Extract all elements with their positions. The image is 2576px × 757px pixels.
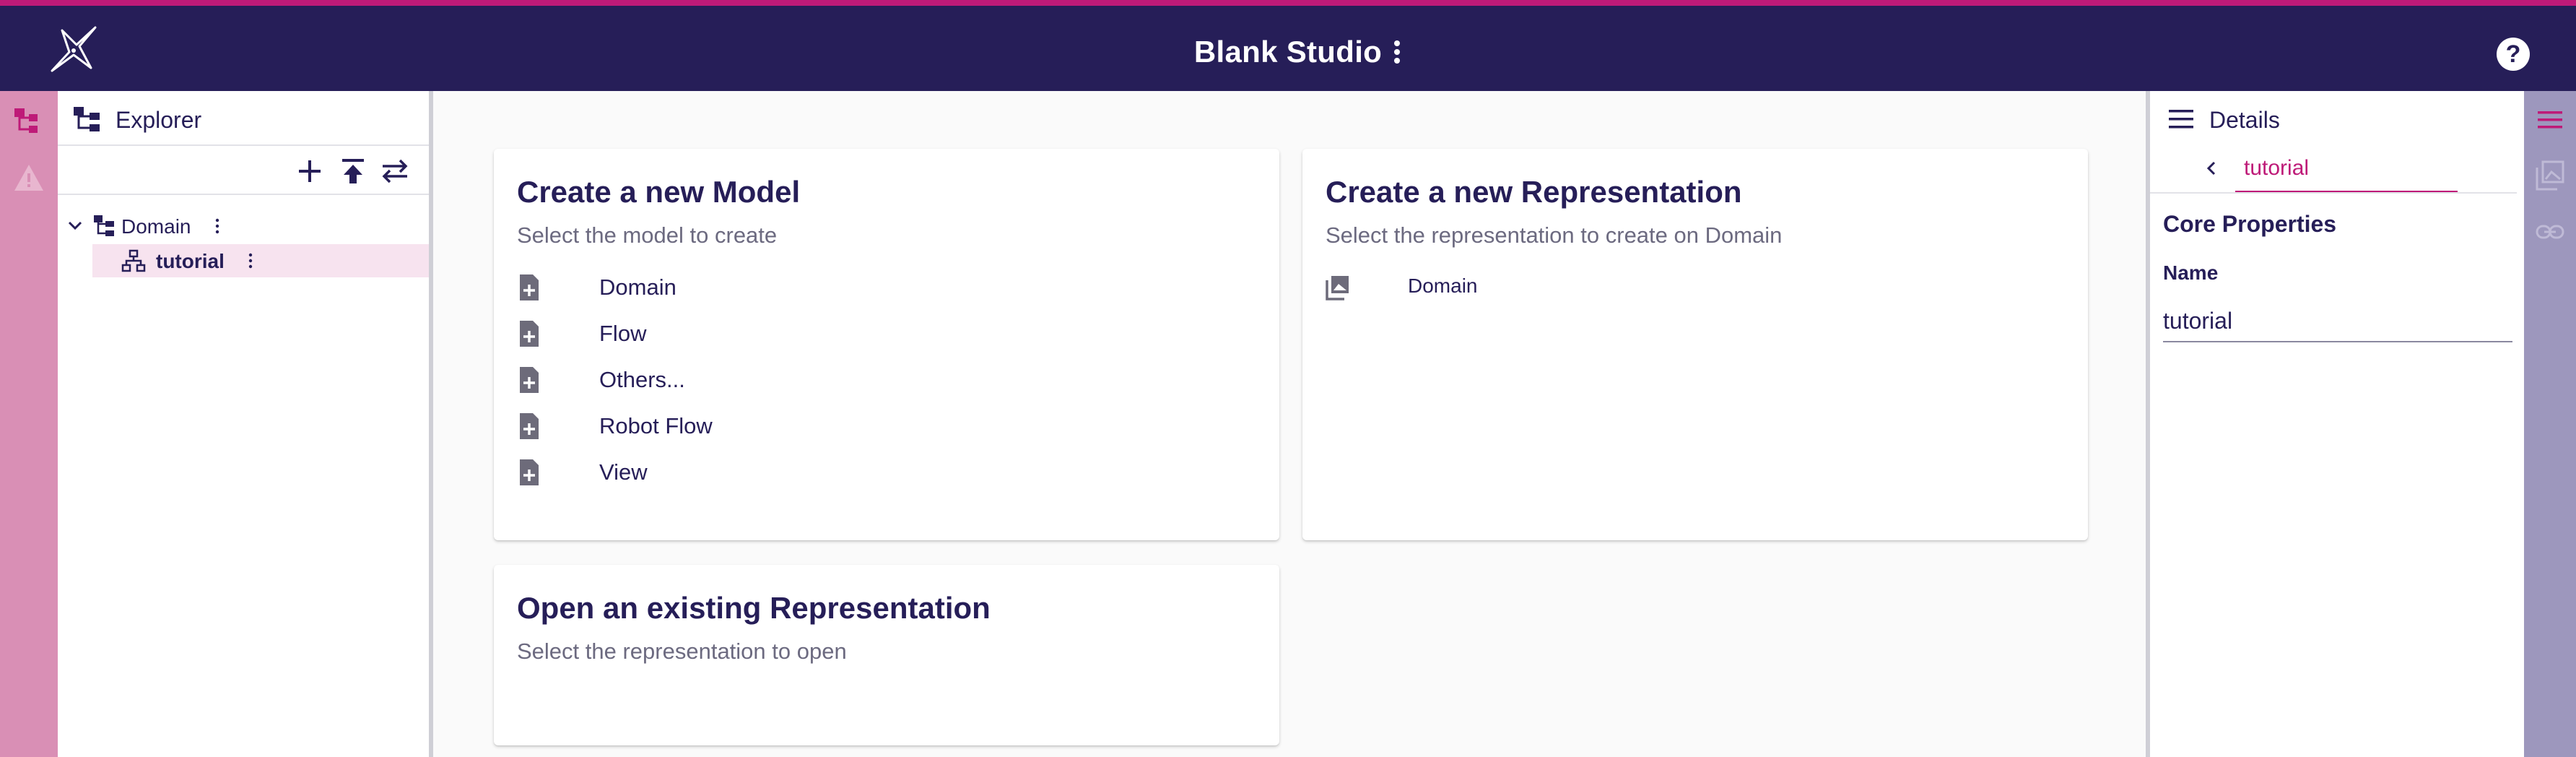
tab-divider [2150, 192, 2517, 194]
new-representation-card: Create a new Representation Select the r… [1302, 149, 2088, 540]
new-file-icon [520, 459, 539, 485]
explorer-tree-icon[interactable] [13, 105, 45, 137]
menu-icon[interactable] [2536, 105, 2564, 134]
tab-label: tutorial [2244, 156, 2310, 180]
more-vert-icon[interactable] [1386, 38, 1408, 66]
model-option-label: Flow [599, 321, 647, 346]
new-file-icon [520, 274, 539, 300]
tree-item-label: Domain [121, 215, 191, 238]
explorer-toolbar [58, 146, 429, 195]
name-field[interactable] [2163, 300, 2512, 342]
chevron-down-icon[interactable] [65, 215, 85, 235]
explorer-header: Explorer [58, 91, 429, 146]
add-icon[interactable] [295, 156, 325, 186]
tab-tutorial[interactable]: tutorial [2235, 146, 2458, 194]
help-icon[interactable]: ? [2497, 38, 2530, 71]
explorer-title: Explorer [116, 107, 202, 133]
representation-option-label: Domain [1408, 274, 1478, 297]
model-option-label: Domain [599, 274, 676, 300]
details-tabs: tutorial [2150, 146, 2524, 194]
model-option[interactable]: View [517, 452, 950, 488]
new-model-card: Create a new Model Select the model to c… [494, 149, 1279, 540]
name-field-label: Name [2163, 261, 2219, 284]
card-title: Create a new Model [517, 175, 801, 209]
new-file-icon [520, 367, 539, 393]
card-title: Open an existing Representation [517, 591, 991, 625]
upload-icon[interactable] [338, 156, 368, 186]
model-option[interactable]: Others... [517, 360, 950, 396]
details-title: Details [2209, 107, 2280, 133]
explorer-panel: Explorer Domain tutorial [58, 91, 433, 757]
open-representation-card: Open an existing Representation Select t… [494, 565, 1279, 745]
card-subtitle: Select the representation to open [517, 639, 847, 664]
new-file-icon [520, 321, 539, 347]
card-subtitle: Select the model to create [517, 222, 778, 248]
swap-icon[interactable] [380, 156, 410, 186]
app-title[interactable]: Blank Studio [0, 35, 2576, 69]
left-rail [0, 91, 58, 757]
right-rail [2524, 91, 2576, 757]
more-vert-icon[interactable] [247, 250, 254, 272]
hierarchy-icon [121, 249, 146, 272]
new-file-icon [520, 413, 539, 439]
domain-tree-icon [94, 215, 114, 236]
model-option[interactable]: Robot Flow [517, 406, 950, 442]
model-option[interactable]: Domain [517, 267, 950, 303]
app-root: Blank Studio ? Explorer Domain tutorial … [0, 0, 2576, 757]
tree-item-domain[interactable]: Domain [58, 209, 429, 243]
image-icon [1326, 276, 1349, 300]
card-title: Create a new Representation [1326, 175, 1742, 209]
details-panel: Details tutorial Core Properties Name [2146, 91, 2524, 757]
image-icon[interactable] [2536, 159, 2564, 191]
link-icon[interactable] [2536, 221, 2564, 243]
menu-icon [2169, 110, 2193, 129]
warning-icon[interactable] [13, 162, 45, 194]
tree-item-label: tutorial [156, 250, 225, 272]
representation-option[interactable]: Domain [1326, 267, 1759, 303]
top-bar: Blank Studio ? [0, 0, 2576, 91]
model-option-label: Others... [599, 367, 685, 392]
model-option[interactable]: Flow [517, 313, 950, 350]
chevron-left-icon[interactable] [2201, 157, 2222, 179]
section-title: Core Properties [2163, 211, 2337, 237]
model-option-label: Robot Flow [599, 413, 713, 438]
more-vert-icon[interactable] [214, 215, 221, 237]
main-area: Create a new Model Select the model to c… [433, 91, 2146, 757]
explorer-tree-icon [74, 107, 100, 131]
card-subtitle: Select the representation to create on D… [1326, 222, 1783, 248]
tree-item-tutorial[interactable]: tutorial [92, 244, 429, 277]
details-header: Details [2150, 91, 2524, 146]
model-option-label: View [599, 459, 648, 485]
